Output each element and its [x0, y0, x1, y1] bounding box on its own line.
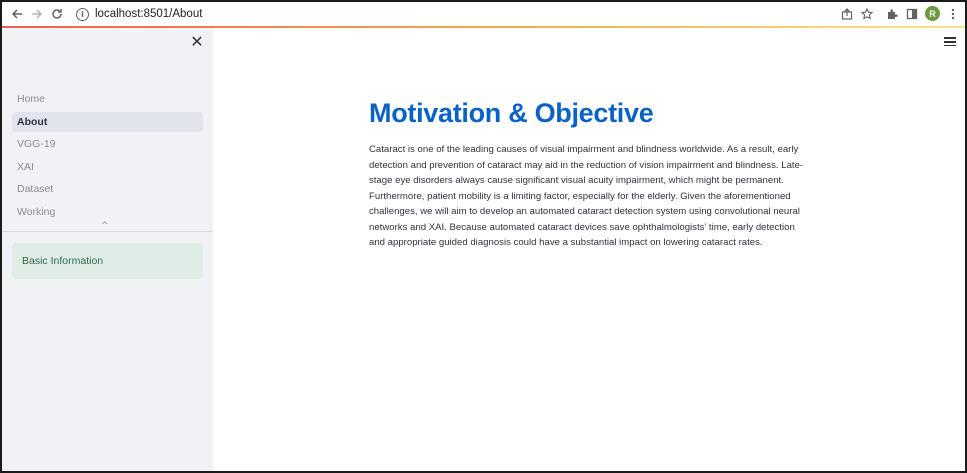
sidebar-item-working[interactable]: Working [12, 202, 203, 222]
url-host: localhost [95, 8, 141, 20]
info-icon[interactable]: i [76, 7, 89, 21]
reload-icon[interactable] [48, 5, 66, 23]
star-icon[interactable] [858, 5, 876, 23]
forward-arrow-icon[interactable] [28, 5, 46, 23]
profile-avatar[interactable]: R [925, 6, 940, 21]
sidebar-item-label: Dataset [17, 183, 54, 196]
browser-window: i localhost:8501/About R ✕ Home About VG… [0, 0, 967, 473]
sidebar-item-label: Home [17, 93, 46, 105]
url-path: :8501/About [140, 8, 203, 20]
close-icon[interactable]: ✕ [190, 34, 204, 50]
body-paragraph: Cataract is one of the leading causes of… [369, 144, 804, 248]
sidebar-item-about[interactable]: About [12, 111, 203, 132]
sidebar-item-home[interactable]: Home [12, 89, 203, 109]
sidebar-nav: Home About VGG-19 XAI Dataset Working [12, 89, 203, 225]
sidebar-item-label: XAI [17, 160, 34, 173]
url-text[interactable]: localhost:8501/About [95, 8, 202, 20]
sidebar-item-label: Working [17, 205, 56, 218]
side-panel-icon[interactable] [903, 5, 921, 23]
sidebar-item-dataset[interactable]: Dataset [12, 179, 203, 199]
sidebar-item-xai[interactable]: XAI [12, 157, 203, 177]
extensions-icon[interactable] [883, 5, 901, 23]
share-icon[interactable] [838, 5, 856, 23]
back-arrow-icon[interactable] [8, 5, 26, 23]
address-bar[interactable]: i localhost:8501/About [70, 4, 890, 24]
page-title: Motivation & Objective [369, 98, 654, 128]
sidebar-item-label: About [17, 115, 48, 128]
info-box-label: Basic Information [22, 255, 104, 267]
sidebar-item-label: VGG-19 [17, 138, 56, 151]
sidebar: ✕ Home About VGG-19 XAI Dataset Working … [2, 28, 213, 471]
more-vert-icon[interactable] [944, 5, 962, 23]
browser-toolbar: i localhost:8501/About R [2, 2, 965, 27]
hamburger-menu-icon[interactable] [943, 35, 957, 49]
chevron-up-icon[interactable]: ^ [101, 221, 109, 231]
sidebar-divider [2, 231, 213, 232]
sidebar-item-vgg-19[interactable]: VGG-19 [12, 134, 203, 154]
basic-information-box: Basic Information [12, 243, 203, 279]
